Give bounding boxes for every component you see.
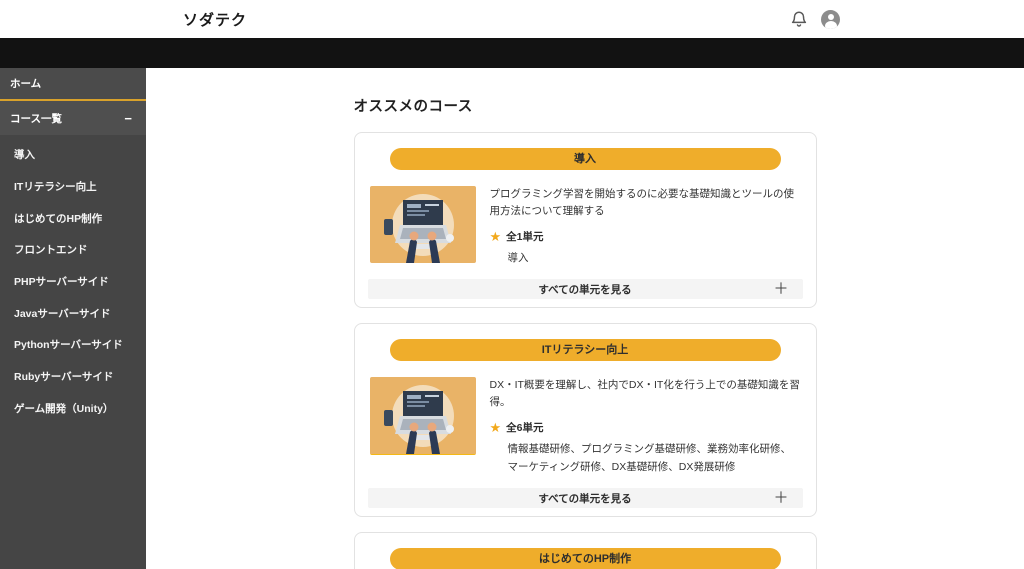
header-icons xyxy=(790,9,840,29)
app-logo: ソダテク xyxy=(183,11,248,29)
sidebar-item-course-list[interactable]: コース一覧 − xyxy=(0,101,146,135)
course-card-list: 導入 プログラミング学習を開始するのに必要な基礎知識とツールの使用方法について理… xyxy=(353,132,817,569)
top-black-bar xyxy=(0,38,1024,68)
page-title: オススメのコース xyxy=(353,99,473,115)
sidebar-course-item[interactable]: 導入 xyxy=(0,139,146,171)
star-icon: ★ xyxy=(489,228,502,244)
units-total-label: 全6単元 xyxy=(506,421,544,434)
top-header: ソダテク xyxy=(0,0,1024,38)
units-count-row: ★ 全1単元 xyxy=(490,229,801,244)
course-card: はじめてのHP制作 xyxy=(353,532,817,569)
show-all-units-label: すべての単元を見る xyxy=(538,492,632,505)
laptop-typing-illustration-icon xyxy=(369,186,476,263)
sidebar-course-item-label: Rubyサーバーサイド xyxy=(14,371,114,384)
course-info: DX・IT概要を理解し、社内でDX・IT化を行う上での基礎知識を習得。 ★ 全6… xyxy=(490,377,801,476)
plus-expand-icon[interactable]: ＋ xyxy=(773,491,788,506)
laptop-typing-illustration-icon xyxy=(369,377,476,454)
sidebar-course-items: 導入 ITリテラシー向上 はじめてのHP制作 フロントエンド PHPサーバーサイ… xyxy=(0,135,146,424)
sidebar-course-item[interactable]: ITリテラシー向上 xyxy=(0,171,146,203)
show-all-units-label: すべての単元を見る xyxy=(538,283,632,296)
avatar-head-shape xyxy=(827,13,834,20)
sidebar-course-item[interactable]: Pythonサーバーサイド xyxy=(0,329,146,361)
sidebar-course-item[interactable]: PHPサーバーサイド xyxy=(0,266,146,298)
app-root: ソダテク ホーム コース一覧 − 導入 ITリテラシー向上 はじめてのHP制作 … xyxy=(0,0,1024,569)
course-title-button[interactable]: ITリテラシー向上 xyxy=(389,339,781,361)
course-thumbnail xyxy=(369,377,476,455)
sidebar-course-item-label: Pythonサーバーサイド xyxy=(14,339,123,352)
show-all-units-button[interactable]: すべての単元を見る ＋ xyxy=(367,279,803,299)
sidebar-course-item[interactable]: Rubyサーバーサイド xyxy=(0,361,146,393)
sidebar-course-item[interactable]: フロントエンド xyxy=(0,234,146,266)
sidebar-course-item-label: フロントエンド xyxy=(14,244,88,257)
sidebar-home-label: ホーム xyxy=(10,78,42,90)
sidebar-course-item-label: PHPサーバーサイド xyxy=(14,276,109,289)
units-list-text: 情報基礎研修、プログラミング基礎研修、業務効率化研修、マーケティング研修、DX基… xyxy=(507,442,792,473)
sidebar: ホーム コース一覧 − 導入 ITリテラシー向上 はじめてのHP制作 フロントエ… xyxy=(0,68,146,569)
units-list-text: 導入 xyxy=(507,251,529,264)
team-collaboration-illustration-icon xyxy=(369,454,476,455)
notification-bell-icon[interactable] xyxy=(790,10,808,28)
star-icon: ★ xyxy=(489,419,502,435)
course-description: DX・IT概要を理解し、社内でDX・IT化を行う上での基礎知識を習得。 xyxy=(489,379,800,409)
sidebar-course-item[interactable]: はじめてのHP制作 xyxy=(0,202,146,234)
sidebar-course-item-label: ITリテラシー向上 xyxy=(14,181,97,194)
course-card-body: プログラミング学習を開始するのに必要な基礎知識とツールの使用方法について理解する… xyxy=(369,186,801,267)
collapse-minus-icon[interactable]: − xyxy=(124,112,134,125)
sidebar-course-item-label: Javaサーバーサイド xyxy=(14,307,111,320)
course-card: ITリテラシー向上 DX・IT概要を理解し、社内でDX・IT化を行う上での基礎知… xyxy=(353,323,817,518)
sidebar-course-item[interactable]: ゲーム開発（Unity） xyxy=(0,393,146,425)
avatar-shoulders-shape xyxy=(824,21,837,29)
user-avatar-icon[interactable] xyxy=(821,9,840,29)
sidebar-item-home[interactable]: ホーム xyxy=(0,68,146,99)
sidebar-course-item-label: 導入 xyxy=(14,149,35,162)
course-card: 導入 プログラミング学習を開始するのに必要な基礎知識とツールの使用方法について理… xyxy=(353,132,817,308)
main-content: オススメのコース 導入 プログラミング学習を開始するのに必要な基礎知識とツールの… xyxy=(146,68,1024,569)
course-thumbnail xyxy=(369,186,476,263)
show-all-units-button[interactable]: すべての単元を見る ＋ xyxy=(367,488,803,509)
sidebar-course-list-label: コース一覧 xyxy=(10,112,62,125)
course-title-button[interactable]: はじめてのHP制作 xyxy=(389,548,781,569)
sidebar-course-item-label: はじめてのHP制作 xyxy=(14,212,103,225)
course-description: プログラミング学習を開始するのに必要な基礎知識とツールの使用方法について理解する xyxy=(489,188,795,218)
course-info: プログラミング学習を開始するのに必要な基礎知識とツールの使用方法について理解する… xyxy=(490,186,801,267)
sidebar-course-item[interactable]: Javaサーバーサイド xyxy=(0,297,146,329)
course-title-button[interactable]: 導入 xyxy=(389,148,781,170)
course-card-body: DX・IT概要を理解し、社内でDX・IT化を行う上での基礎知識を習得。 ★ 全6… xyxy=(369,377,801,476)
units-count-row: ★ 全6単元 xyxy=(490,420,801,435)
sidebar-course-item-label: ゲーム開発（Unity） xyxy=(14,402,114,415)
units-total-label: 全1単元 xyxy=(506,230,544,243)
plus-expand-icon[interactable]: ＋ xyxy=(773,282,788,297)
